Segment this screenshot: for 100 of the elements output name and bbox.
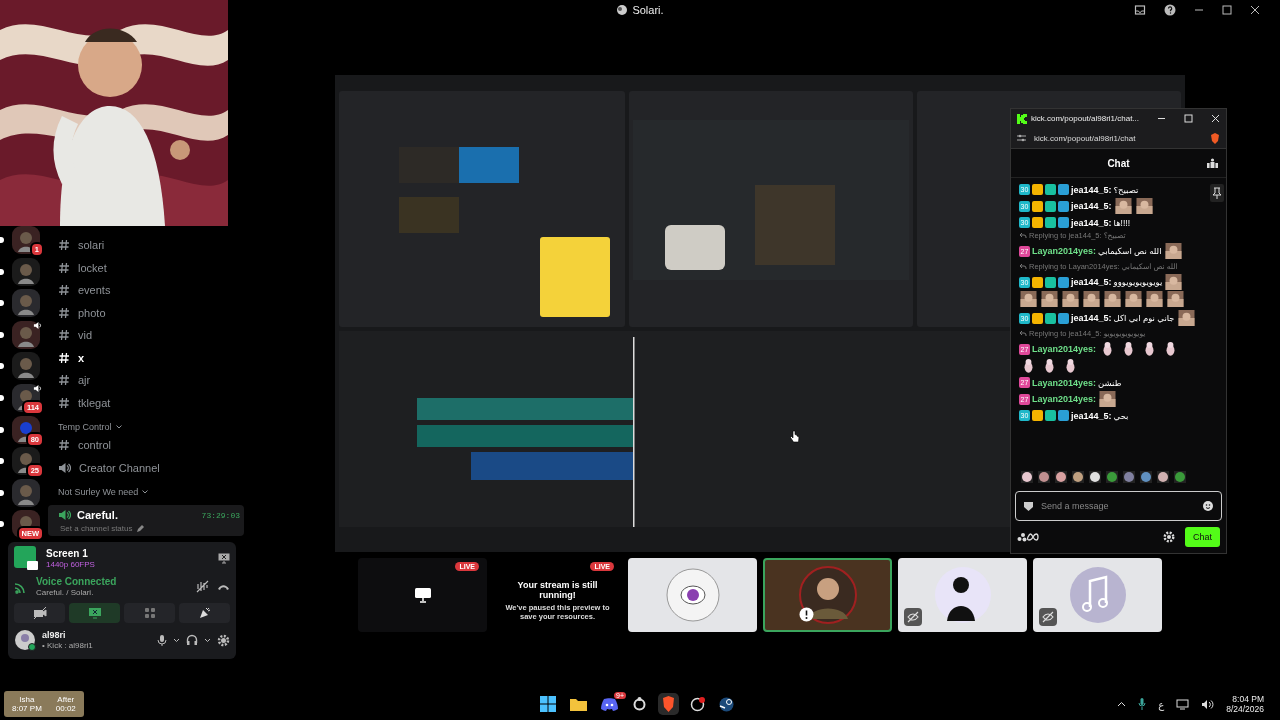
server-icon[interactable] [12, 478, 40, 507]
voice-location[interactable]: Careful. / Solari. [36, 588, 117, 597]
server-icon[interactable] [12, 415, 40, 444]
mod-badge [1058, 276, 1069, 288]
windows-icon[interactable] [540, 696, 556, 712]
chat-username[interactable]: jea144_5: [1071, 277, 1112, 287]
community-points-icon[interactable] [1017, 532, 1041, 542]
chat-username[interactable]: jea144_5: [1071, 410, 1112, 421]
shield-icon[interactable] [1024, 501, 1033, 511]
server-icon[interactable] [12, 289, 40, 318]
emote-icon [1019, 291, 1038, 307]
chevron-up-icon[interactable] [1117, 701, 1127, 707]
soundboard-button[interactable] [179, 603, 230, 623]
prayer-widget[interactable]: Isha 8:07 PM After 00:02 [4, 691, 84, 717]
channel-item[interactable]: ajr [58, 369, 91, 392]
server-icon[interactable] [12, 226, 40, 254]
stream-tile[interactable] [1033, 558, 1162, 632]
screen-button[interactable] [69, 603, 120, 623]
og-badge [1045, 184, 1056, 195]
steam-icon[interactable] [719, 696, 734, 712]
microphone-icon[interactable] [157, 633, 167, 647]
hash-icon [58, 439, 70, 452]
site-settings-icon[interactable] [1017, 134, 1026, 142]
emoji-icon[interactable] [1203, 501, 1213, 511]
emote-icon[interactable] [1072, 471, 1084, 483]
hang-up-icon[interactable] [217, 582, 230, 591]
microphone-icon[interactable] [1138, 698, 1147, 710]
help-icon[interactable] [1164, 4, 1176, 16]
close-icon[interactable] [1211, 114, 1221, 123]
channel-item[interactable]: vid [58, 324, 93, 347]
message-field[interactable]: Send a message [1015, 491, 1222, 521]
pencil-icon[interactable] [135, 524, 144, 533]
send-button[interactable]: Chat [1185, 527, 1220, 547]
server-icon[interactable] [12, 320, 40, 349]
channel-item[interactable]: solari [58, 234, 105, 257]
stream-title: Screen 1 [46, 547, 89, 559]
emote-icon[interactable] [1055, 471, 1067, 483]
stream-tile[interactable] [763, 558, 892, 632]
chat-username[interactable]: jea144_5: [1071, 217, 1112, 228]
message-input[interactable]: Send a message [1039, 500, 1197, 512]
set-status-link[interactable]: Set a channel status [60, 524, 133, 533]
channel-item[interactable]: photo [58, 301, 106, 324]
stop-stream-icon[interactable] [218, 552, 230, 564]
chevron-icon[interactable] [115, 425, 122, 429]
discord-icon[interactable] [601, 697, 618, 711]
browser-icon[interactable] [661, 696, 676, 712]
channel-item[interactable]: locket [58, 256, 107, 279]
mod-badge [1058, 410, 1069, 421]
activity-button[interactable] [124, 603, 175, 623]
users-icon[interactable] [1207, 158, 1218, 168]
emote-icon[interactable] [1157, 471, 1169, 483]
chat-username[interactable]: jea144_5: [1071, 201, 1112, 211]
channel-item[interactable]: tklegat [58, 391, 111, 414]
maximize-icon[interactable] [1222, 5, 1232, 15]
channel-item[interactable]: x [58, 346, 85, 369]
inbox-icon[interactable] [1134, 4, 1146, 16]
category-header[interactable]: Temp Control [58, 422, 112, 432]
chat-message: !!!!ها [1113, 217, 1131, 228]
stream-tile[interactable] [628, 558, 757, 632]
chat-username[interactable]: jea144_5: [1071, 313, 1112, 323]
chat-username[interactable]: jea144_5: [1071, 184, 1112, 195]
emote-icon[interactable] [1089, 471, 1101, 483]
settings-icon[interactable] [1163, 531, 1175, 543]
noise-suppression-icon[interactable] [196, 580, 209, 593]
clock-date[interactable]: 8/24/2026 [1226, 704, 1264, 714]
mod-badge [1058, 217, 1069, 228]
chat-username[interactable]: Layan2014yes: [1032, 377, 1097, 388]
chat-username[interactable]: Layan2014yes: [1032, 344, 1097, 354]
emote-icon[interactable] [1021, 471, 1033, 483]
chevron-icon[interactable] [173, 637, 180, 643]
settings-icon[interactable] [217, 633, 230, 647]
chat-username[interactable]: Layan2014yes: [1032, 246, 1097, 256]
headphones-icon[interactable] [186, 634, 198, 646]
chat-message: تصبيح؟ [1113, 184, 1139, 195]
channel-item[interactable]: control [58, 434, 112, 457]
username: al98ri [42, 630, 67, 640]
camera-button[interactable] [14, 603, 65, 623]
server-icon[interactable] [12, 352, 40, 381]
user-avatar[interactable] [14, 629, 36, 651]
network-icon[interactable] [1176, 698, 1190, 710]
emote-icon[interactable] [1038, 471, 1050, 483]
server-icon[interactable] [12, 257, 40, 286]
maximize-icon[interactable] [1184, 114, 1194, 123]
language-indicator[interactable]: ع [1158, 698, 1165, 710]
category-header[interactable]: Not Surley We need [58, 487, 139, 497]
app-icon[interactable] [632, 696, 647, 712]
folder-icon[interactable] [570, 697, 587, 711]
clock-time[interactable]: 8:04 PM [1232, 694, 1264, 704]
chat-username[interactable]: Layan2014yes: [1032, 394, 1097, 404]
active-voice-channel[interactable]: Careful. 73:29:03 Set a channel status [48, 505, 244, 536]
volume-icon[interactable] [1201, 698, 1215, 710]
app-icon[interactable] [690, 696, 705, 712]
browser-shield-icon[interactable] [1210, 132, 1220, 144]
chevron-icon[interactable] [142, 490, 149, 494]
channel-item[interactable]: events [58, 279, 111, 302]
close-icon[interactable] [1250, 5, 1260, 15]
channel-item[interactable]: Creator Channel [58, 456, 160, 479]
stream-tile[interactable] [898, 558, 1027, 632]
chevron-icon[interactable] [204, 637, 211, 643]
pin-icon[interactable] [1210, 184, 1224, 202]
